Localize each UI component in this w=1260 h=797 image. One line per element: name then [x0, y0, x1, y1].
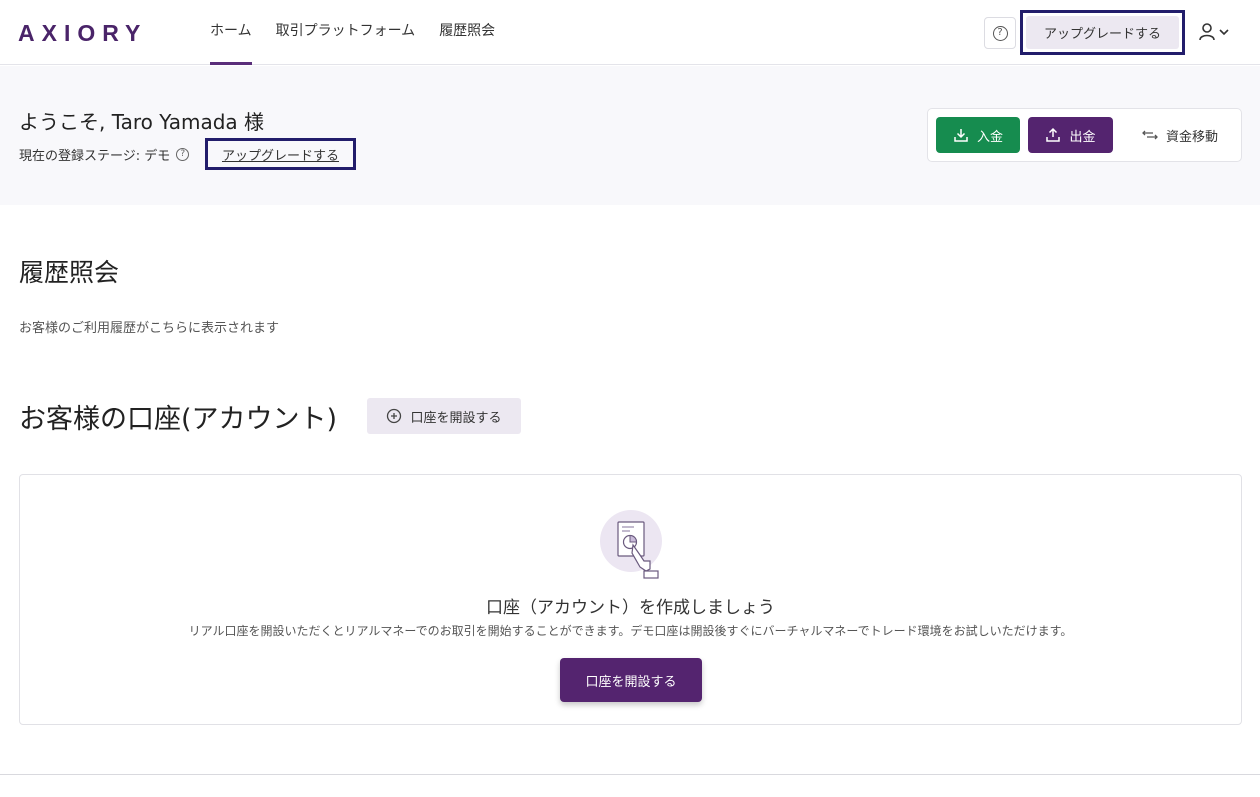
footer-divider [0, 774, 1260, 775]
nav-item-history[interactable]: 履歴照会 [427, 0, 507, 65]
deposit-label: 入金 [976, 129, 1003, 145]
upgrade-link[interactable]: アップグレードする [222, 145, 339, 164]
registration-stage: 現在の登録ステージ: デモ ? [19, 144, 190, 164]
chevron-down-icon [1219, 29, 1229, 36]
stage-label: 現在の登録ステージ: デモ [19, 148, 171, 164]
user-menu[interactable] [1198, 20, 1234, 44]
plus-circle-icon [387, 408, 402, 424]
accounts-empty-state-card: 口座（アカウント）を作成しましょう リアル口座を開設いただくとリアルマネーでのお… [19, 474, 1242, 725]
upload-tray-icon [1046, 127, 1061, 142]
transfer-button[interactable]: 資金移動 [1124, 117, 1236, 153]
history-section-title: 履歴照会 [19, 258, 120, 287]
document-chart-hand-icon [600, 510, 662, 579]
withdraw-label: 出金 [1069, 129, 1096, 145]
arrows-transfer-icon [1142, 130, 1158, 140]
empty-state-description: リアル口座を開設いただくとリアルマネーでのお取引を開始することができます。デモ口… [188, 624, 1073, 638]
nav-item-home[interactable]: ホーム [198, 0, 264, 65]
funds-actions-card: 入金 出金 資金移動 [927, 108, 1242, 162]
accounts-section-title: お客様の口座(アカウント) [19, 404, 338, 435]
open-account-button-main[interactable]: 口座を開設する [560, 658, 702, 702]
top-navigation-bar: AXIORY ホーム 取引プラットフォーム 履歴照会 ? アップグレードする [0, 0, 1260, 65]
welcome-title: ようこそ, Taro Yamada 様 [19, 110, 265, 134]
user-icon [1199, 23, 1215, 41]
main-nav: ホーム 取引プラットフォーム 履歴照会 [198, 0, 507, 65]
empty-state-title: 口座（アカウント）を作成しましょう [486, 598, 775, 618]
welcome-section: ようこそ, Taro Yamada 様 現在の登録ステージ: デモ ? アップグ… [0, 66, 1260, 205]
axiory-logo[interactable]: AXIORY [18, 16, 147, 50]
history-empty-description: お客様のご利用履歴がこちらに表示されます [19, 321, 280, 336]
transfer-label: 資金移動 [1165, 129, 1218, 145]
deposit-button[interactable]: 入金 [936, 117, 1020, 153]
upgrade-link-highlight-frame: アップグレードする [205, 138, 356, 170]
open-account-button-small[interactable]: 口座を開設する [367, 398, 521, 434]
open-account-small-label: 口座を開設する [410, 410, 502, 426]
question-circle-icon[interactable]: ? [176, 147, 190, 161]
nav-item-trading-platform[interactable]: 取引プラットフォーム [264, 0, 428, 65]
upgrade-button-header[interactable]: アップグレードする [1026, 16, 1179, 49]
help-button[interactable]: ? [984, 17, 1016, 49]
question-circle-icon: ? [992, 25, 1008, 41]
download-tray-icon [954, 129, 968, 142]
upgrade-highlight-frame: アップグレードする [1020, 10, 1185, 55]
withdraw-button[interactable]: 出金 [1028, 117, 1113, 153]
